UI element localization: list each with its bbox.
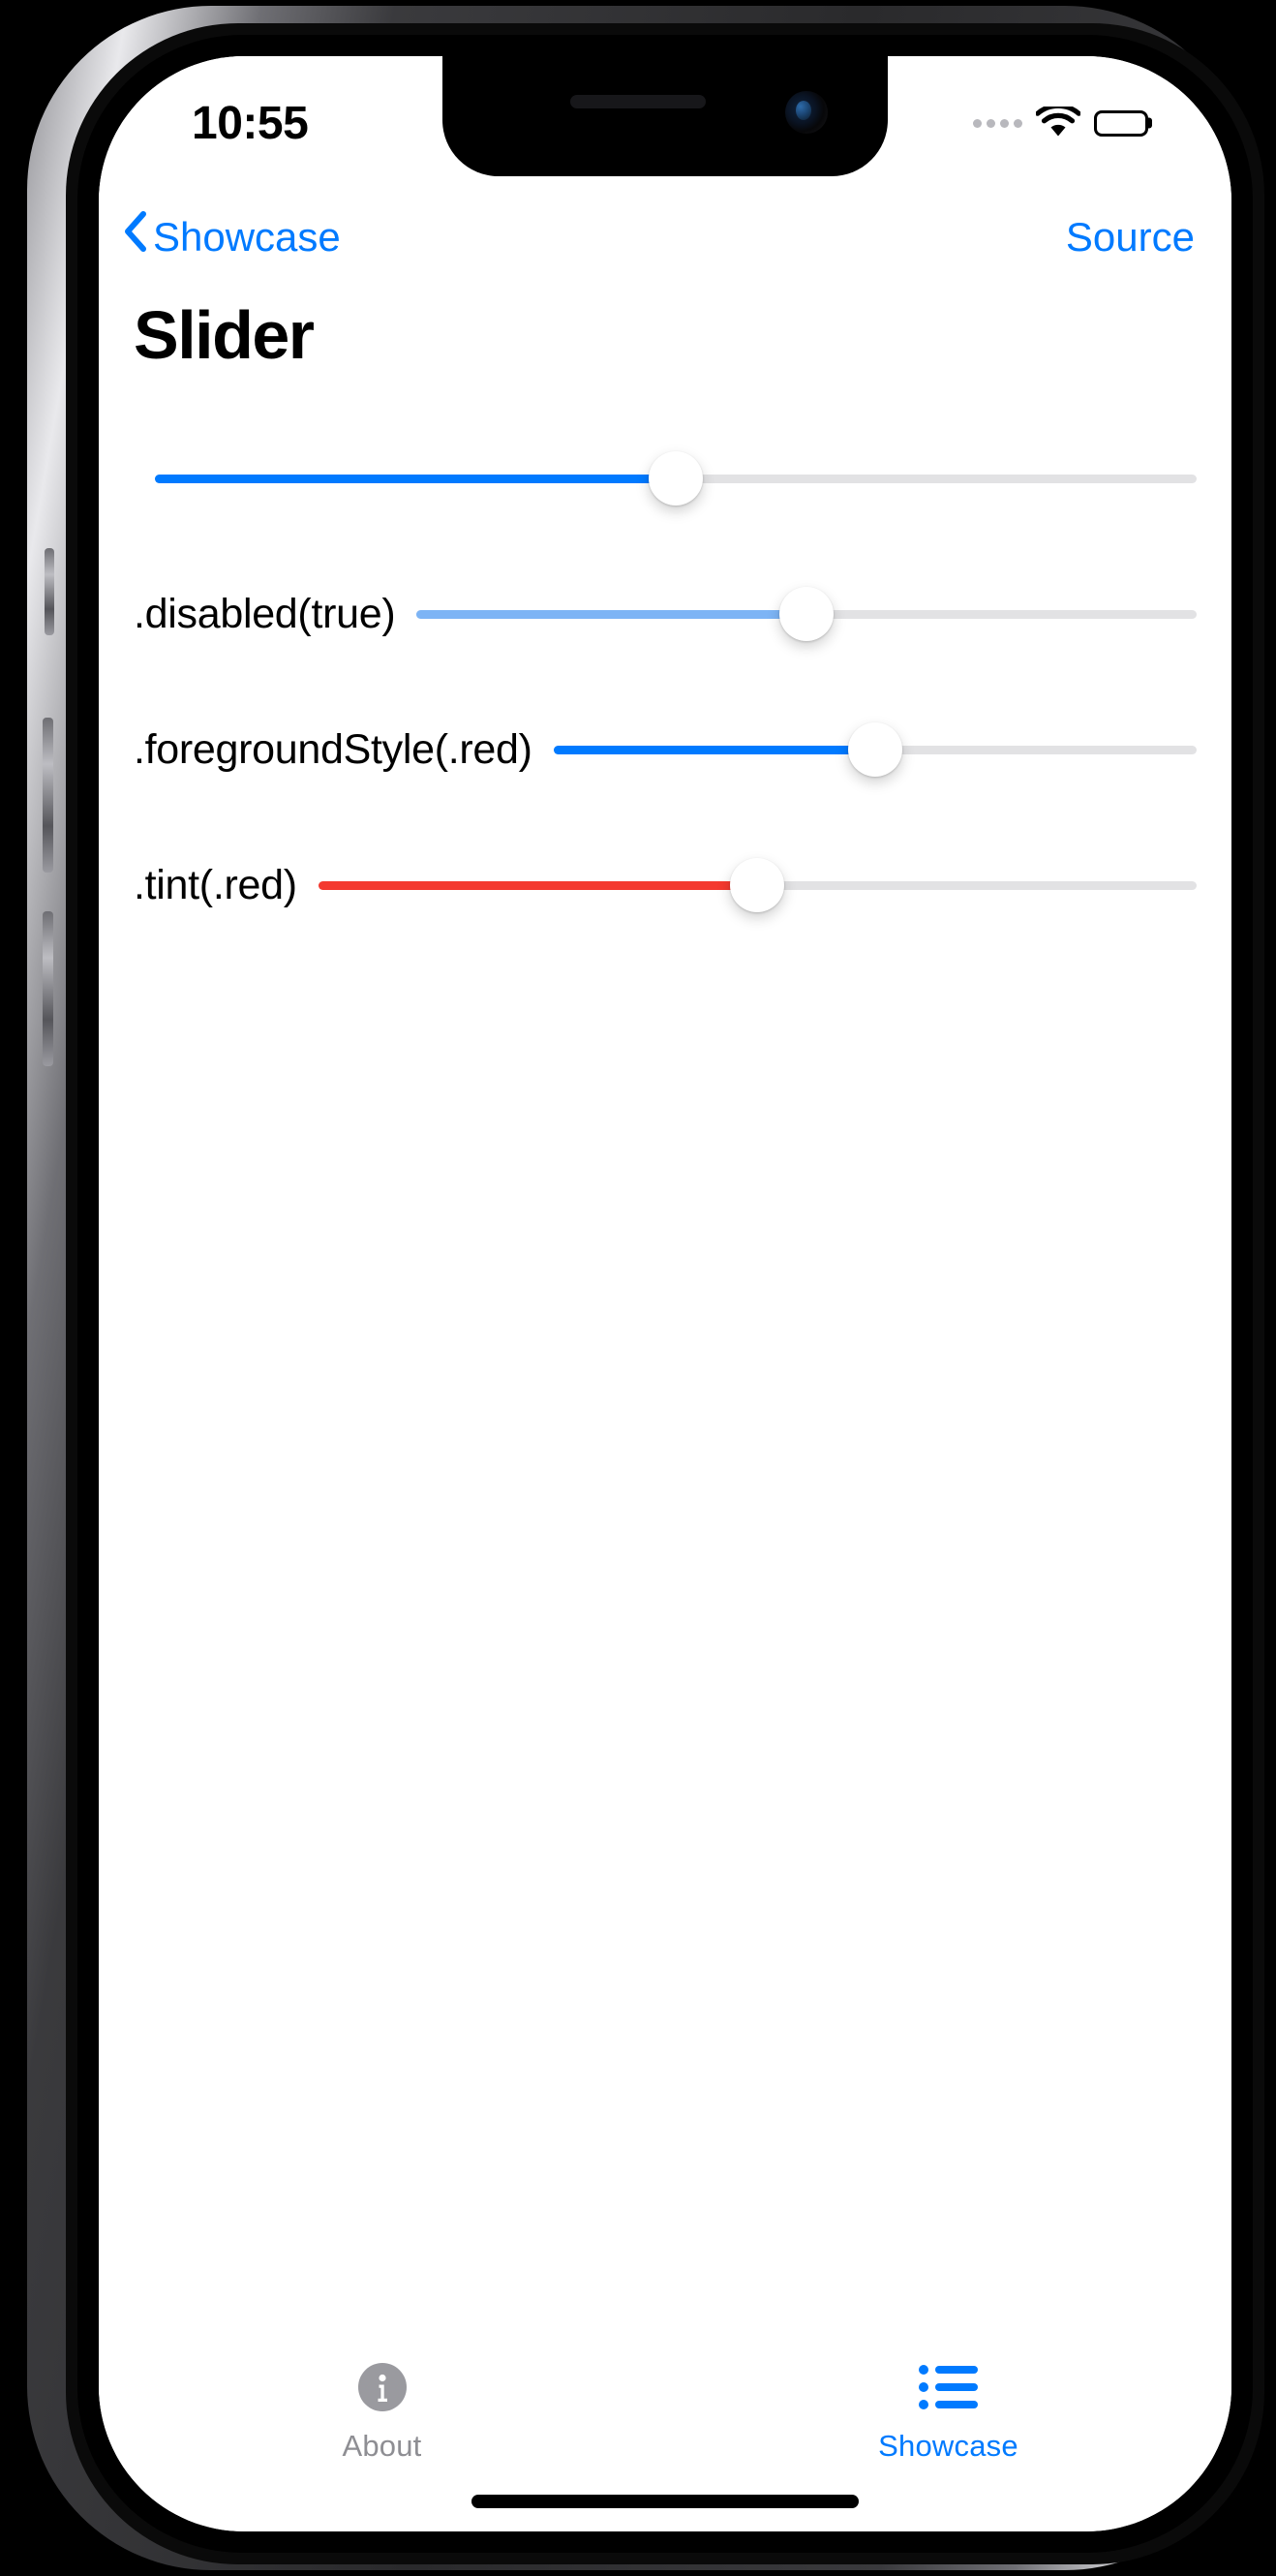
slider-foregroundstyle-red[interactable] bbox=[553, 722, 1197, 777]
battery-full-icon bbox=[1094, 109, 1148, 137]
tab-showcase-label: Showcase bbox=[878, 2429, 1018, 2463]
slider-label: .disabled(true) bbox=[134, 590, 396, 637]
navigation-bar: Showcase Source bbox=[99, 201, 1231, 273]
tab-about-label: About bbox=[342, 2429, 422, 2463]
wifi-icon bbox=[1036, 107, 1080, 139]
slider-track-fill bbox=[155, 474, 676, 483]
phone-screen: Showcase Source Slider .disabled(true) .… bbox=[99, 56, 1231, 2531]
status-bar-indicators bbox=[973, 107, 1148, 139]
info-circle-fill-icon bbox=[354, 2359, 410, 2415]
slider-row: .tint(.red) bbox=[134, 817, 1197, 953]
slider-thumb[interactable] bbox=[847, 722, 902, 777]
slider-label: .foregroundStyle(.red) bbox=[134, 725, 532, 773]
home-indicator[interactable] bbox=[471, 2495, 859, 2508]
status-bar-time: 10:55 bbox=[192, 97, 309, 149]
device-bezel: Showcase Source Slider .disabled(true) .… bbox=[77, 35, 1253, 2553]
earpiece-speaker bbox=[570, 95, 706, 108]
cellular-dots-icon bbox=[973, 118, 1022, 128]
slider-disabled bbox=[416, 587, 1197, 641]
slider-row: .disabled(true) bbox=[134, 546, 1197, 682]
slider-track-fill bbox=[318, 880, 758, 890]
chevron-left-icon bbox=[122, 210, 147, 262]
slider-thumb[interactable] bbox=[730, 858, 785, 912]
slider-thumb[interactable] bbox=[649, 451, 703, 506]
slider-plain[interactable] bbox=[155, 451, 1197, 506]
back-button[interactable]: Showcase bbox=[122, 210, 341, 264]
slider-tint-red[interactable] bbox=[318, 858, 1197, 912]
list-bullet-icon bbox=[918, 2359, 980, 2415]
slider-track-fill bbox=[416, 609, 807, 619]
back-button-label: Showcase bbox=[153, 214, 341, 260]
app-container: Showcase Source Slider .disabled(true) .… bbox=[99, 56, 1231, 2531]
device-frame: Showcase Source Slider .disabled(true) .… bbox=[27, 6, 1264, 2570]
slider-track-fill bbox=[553, 745, 875, 754]
slider-list: .disabled(true) .foregroundStyle(.red) .… bbox=[99, 374, 1231, 953]
front-camera-icon bbox=[785, 91, 828, 134]
slider-row: .foregroundStyle(.red) bbox=[134, 682, 1197, 817]
silent-switch-button[interactable] bbox=[45, 548, 54, 635]
slider-label: .tint(.red) bbox=[134, 861, 297, 908]
page-title: Slider bbox=[134, 297, 315, 373]
slider-row bbox=[134, 411, 1197, 546]
source-button[interactable]: Source bbox=[1066, 214, 1195, 261]
volume-down-button[interactable] bbox=[43, 911, 53, 1066]
volume-up-button[interactable] bbox=[43, 718, 53, 873]
display-notch bbox=[442, 56, 888, 176]
slider-thumb bbox=[779, 587, 835, 641]
